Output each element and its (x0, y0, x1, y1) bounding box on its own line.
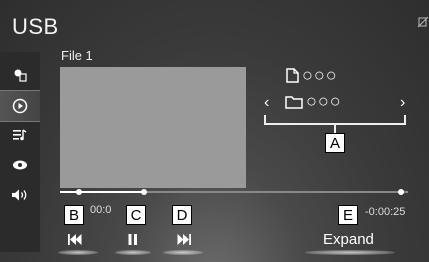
album-artwork (60, 67, 246, 188)
play-circle-icon (12, 98, 28, 114)
file-icon (286, 68, 299, 83)
callout-a: A (325, 133, 345, 153)
file-label: File 1 (61, 48, 93, 63)
eye-icon (13, 160, 27, 170)
callout-bracket-a (264, 115, 406, 125)
next-glow (163, 250, 203, 255)
remaining-time: -0:00:25 (365, 206, 406, 218)
signal-off-icon (417, 16, 429, 28)
sidebar-item-sound[interactable] (0, 180, 40, 210)
callout-d: D (172, 205, 192, 225)
progress-end-knob (398, 189, 404, 195)
skip-back-icon (68, 234, 82, 245)
playlist-icon (13, 129, 27, 141)
callout-c: C (126, 205, 146, 225)
progress-start-knob (76, 189, 82, 195)
previous-folder-button[interactable]: ‹ (264, 94, 269, 112)
progress-bar[interactable] (60, 189, 408, 195)
track-title: ○○○ (302, 65, 338, 85)
progress-fill (60, 191, 144, 193)
sidebar-item-source[interactable] (0, 60, 40, 90)
previous-glow (58, 250, 98, 255)
callout-b: B (64, 205, 84, 225)
skip-forward-icon (177, 234, 191, 245)
pause-icon (128, 234, 137, 245)
expand-glow (305, 250, 395, 255)
sidebar-item-play[interactable] (0, 90, 40, 122)
sidebar (0, 52, 40, 252)
folder-name: ○○○ (306, 91, 342, 111)
progress-knob[interactable] (140, 189, 147, 195)
sidebar-item-playlist[interactable] (0, 120, 40, 150)
source-select-icon (14, 69, 27, 82)
previous-track-button[interactable] (68, 233, 82, 248)
sidebar-item-view[interactable] (0, 150, 40, 180)
screen-title: USB (12, 14, 59, 39)
elapsed-time: 00:0 (90, 204, 112, 216)
usb-audio-screen: USB File 1 ○○○ ‹ ○○○ › A 00:0 -0:00:25 B… (0, 0, 429, 262)
pause-button[interactable] (128, 233, 138, 248)
callout-e: E (338, 205, 358, 225)
callout-bracket-stem (334, 125, 336, 133)
track-title-row: ○○○ (286, 65, 338, 86)
speaker-icon (12, 189, 27, 201)
pause-glow (115, 250, 151, 255)
folder-row: ○○○ (285, 91, 342, 112)
folder-icon (285, 95, 303, 109)
expand-button[interactable]: Expand (323, 231, 374, 248)
next-track-button[interactable] (177, 233, 191, 248)
next-folder-button[interactable]: › (400, 94, 405, 112)
